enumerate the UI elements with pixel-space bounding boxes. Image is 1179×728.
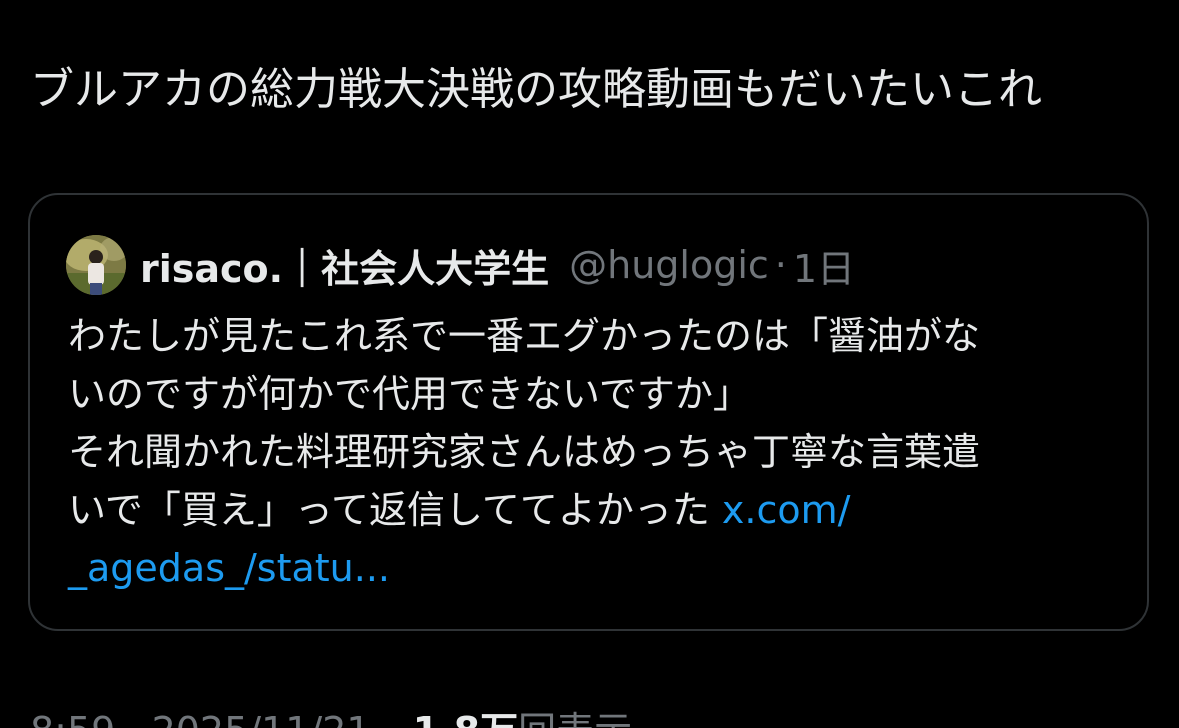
- quoted-tweet-body: わたしが見たこれ系で一番エグかったのは「醤油がな いのですが何かで代用できないで…: [68, 307, 1128, 597]
- header-separator: ·: [774, 243, 787, 287]
- quoted-author-handle[interactable]: @huglogic: [569, 243, 769, 287]
- tweet-meta: 8:59 · 2025/11/21 · 1.8万回表示: [30, 700, 632, 728]
- quoted-tweet-header: risaco.｜社会人大学生 @huglogic · 1日: [66, 233, 855, 297]
- views-count: 1.8万: [413, 709, 518, 728]
- quote-line: わたしが見たこれ系で一番エグかったのは「醤油がな: [68, 314, 981, 358]
- quoted-link-continued[interactable]: _agedas_/statu...: [68, 546, 390, 590]
- avatar[interactable]: [66, 235, 126, 295]
- quote-line: _agedas_/statu...: [68, 539, 1128, 597]
- quote-line: それ聞かれた料理研究家さんはめっちゃ丁寧な言葉遣: [68, 430, 981, 474]
- quote-line-text: いで「買え」って返信しててよかった: [68, 488, 722, 532]
- quoted-timestamp[interactable]: 1日: [793, 238, 855, 293]
- quoted-link[interactable]: x.com/: [722, 488, 851, 532]
- quote-line: いのですが何かで代用できないですか」: [68, 372, 751, 416]
- views-label: 回表示: [518, 709, 632, 728]
- quote-line-with-link: いで「買え」って返信しててよかった x.com/: [68, 481, 1128, 539]
- tweet-time-date[interactable]: 8:59 · 2025/11/21 ·: [30, 709, 395, 728]
- quoted-tweet-card[interactable]: risaco.｜社会人大学生 @huglogic · 1日 わたしが見たこれ系で…: [28, 193, 1149, 631]
- user-avatar-photo-icon: [66, 235, 126, 295]
- quoted-author-name[interactable]: risaco.｜社会人大学生: [140, 238, 549, 293]
- tweet-text: ブルアカの総力戦大決戦の攻略動画もだいたいこれ: [30, 64, 1042, 115]
